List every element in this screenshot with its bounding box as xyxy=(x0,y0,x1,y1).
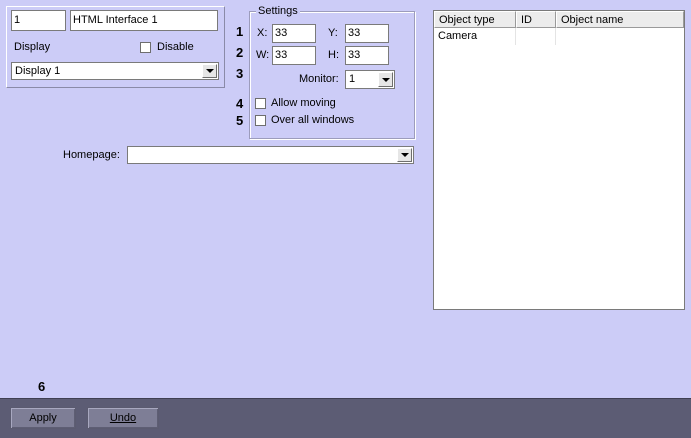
marker-1: 1 xyxy=(236,24,244,39)
disable-checkbox[interactable] xyxy=(140,42,151,53)
disable-label: Disable xyxy=(157,41,194,53)
object-id-field[interactable]: 1 xyxy=(11,10,66,31)
x-input[interactable]: 33 xyxy=(272,24,316,43)
column-header-id[interactable]: ID xyxy=(516,11,556,28)
y-label: Y: xyxy=(328,27,338,39)
monitor-select[interactable]: 1 xyxy=(345,70,395,89)
y-input[interactable]: 33 xyxy=(345,24,389,43)
homepage-select[interactable] xyxy=(127,146,414,164)
chevron-down-icon[interactable] xyxy=(378,72,393,87)
homepage-label: Homepage: xyxy=(63,149,120,161)
marker-6: 6 xyxy=(38,379,46,394)
monitor-select-value: 1 xyxy=(349,73,356,85)
marker-3: 3 xyxy=(236,66,244,81)
marker-2: 2 xyxy=(236,45,244,60)
table-cell-id xyxy=(516,28,556,45)
monitor-label: Monitor: xyxy=(299,73,339,85)
apply-label: Apply xyxy=(29,412,57,424)
object-name-field[interactable]: HTML Interface 1 xyxy=(70,10,218,31)
apply-button[interactable]: Apply xyxy=(10,407,76,429)
marker-4: 4 xyxy=(236,96,244,111)
h-input[interactable]: 33 xyxy=(345,46,389,65)
table-cell-object-type: Camera xyxy=(434,28,516,45)
display-select-value: Display 1 xyxy=(15,65,61,77)
over-all-windows-label: Over all windows xyxy=(271,114,355,126)
chevron-down-icon[interactable] xyxy=(202,64,217,78)
undo-label: Undo xyxy=(109,412,137,424)
settings-title: Settings xyxy=(256,4,300,18)
allow-moving-checkbox[interactable] xyxy=(255,98,266,109)
column-header-object-type[interactable]: Object type xyxy=(434,11,516,28)
w-label: W: xyxy=(256,49,270,61)
allow-moving-label: Allow moving xyxy=(271,97,336,109)
chevron-down-icon[interactable] xyxy=(397,148,412,162)
objects-table[interactable]: Object type ID Object name Camera xyxy=(433,10,685,310)
display-select[interactable]: Display 1 xyxy=(11,62,219,80)
undo-button[interactable]: Undo xyxy=(87,407,159,429)
marker-5: 5 xyxy=(236,113,244,128)
display-label: Display xyxy=(14,41,51,53)
table-cell-object-name xyxy=(556,28,684,45)
h-label: H: xyxy=(328,49,339,61)
over-all-windows-checkbox[interactable] xyxy=(255,115,266,126)
column-header-object-name[interactable]: Object name xyxy=(556,11,684,28)
w-input[interactable]: 33 xyxy=(272,46,316,65)
x-label: X: xyxy=(257,27,268,39)
